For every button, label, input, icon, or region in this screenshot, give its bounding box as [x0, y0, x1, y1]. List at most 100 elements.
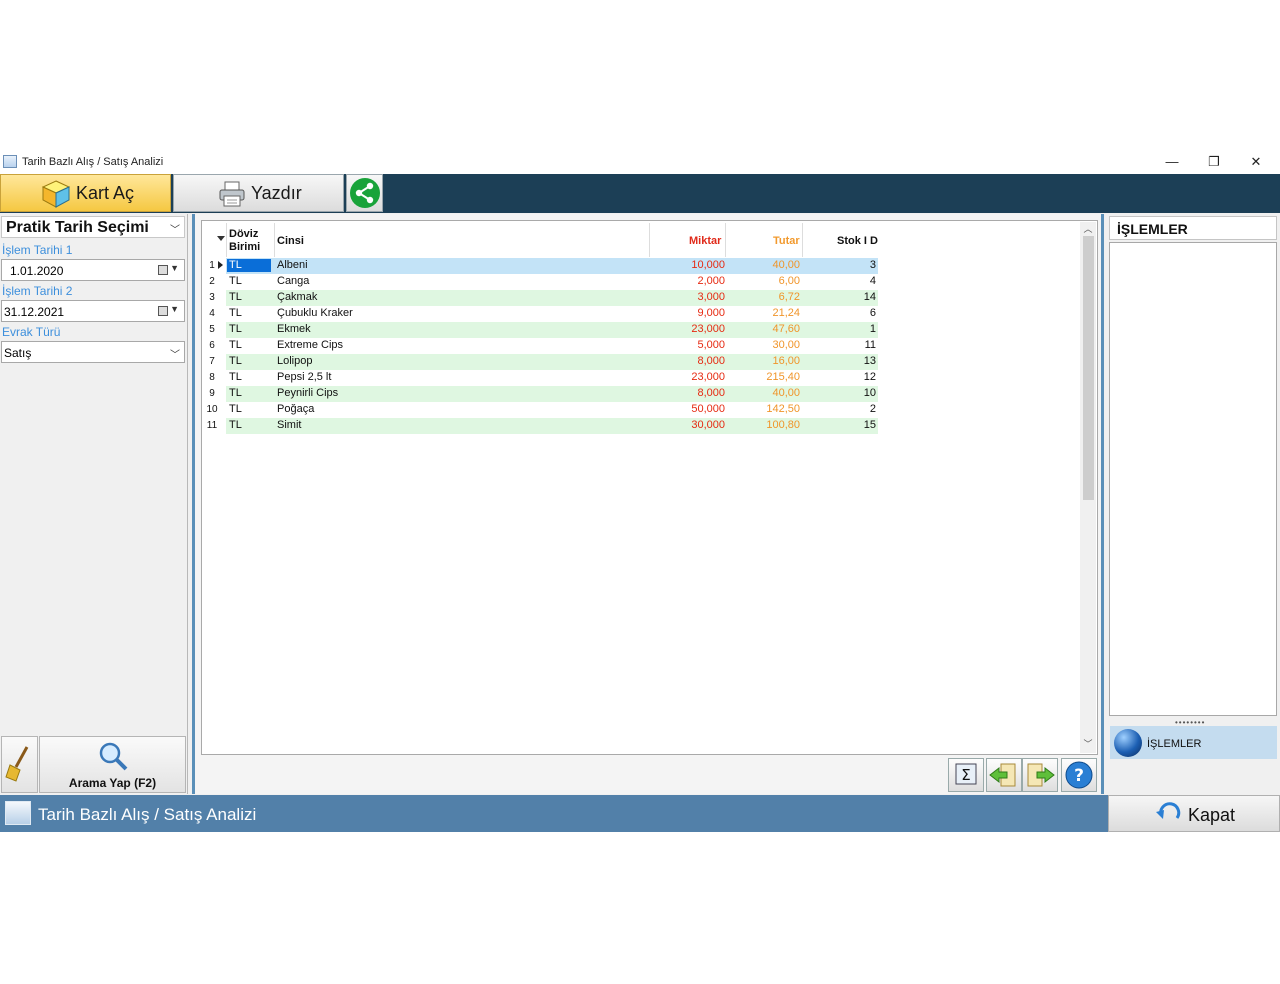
dropdown-arrow-icon[interactable]: ▼	[170, 263, 179, 273]
calendar-icon[interactable]	[158, 265, 168, 275]
col-cinsi[interactable]: Cinsi	[277, 235, 304, 247]
previous-button[interactable]	[986, 758, 1022, 792]
col-divider	[226, 223, 227, 257]
cell-cinsi: Çakmak	[277, 291, 318, 303]
col-divider	[274, 223, 275, 257]
col-divider	[802, 223, 803, 257]
share-button[interactable]	[346, 174, 383, 212]
cell-miktar: 23,000	[691, 323, 725, 335]
table-row[interactable]: TL Simit 30,000 100,80 15	[226, 418, 878, 434]
col-tutar[interactable]: Tutar	[773, 235, 800, 247]
doc-type-select[interactable]: Satış ﹀	[1, 341, 185, 363]
row-number: 10	[206, 404, 218, 415]
cell-tutar: 16,00	[772, 355, 800, 367]
status-title: Tarih Bazlı Alış / Satış Analizi	[38, 805, 257, 824]
table-row[interactable]: TL Poğaça 50,000 142,50 2	[226, 402, 878, 418]
status-bar: Tarih Bazlı Alış / Satış Analizi	[0, 795, 1108, 832]
date1-label: İşlem Tarihi 1	[2, 243, 73, 257]
cell-cinsi: Peynirli Cips	[277, 387, 339, 399]
row-number: 8	[209, 372, 215, 383]
broom-icon	[5, 746, 29, 782]
cell-doviz: TL	[229, 371, 242, 383]
cell-cinsi: Pepsi 2,5 lt	[277, 371, 332, 383]
cell-stok: 2	[869, 403, 876, 415]
doc-type-value: Satış	[4, 346, 32, 360]
date1-field[interactable]: 1.01.2020 ▼	[1, 259, 185, 281]
row-number: 11	[206, 420, 218, 431]
data-grid: Döviz Birimi Cinsi Miktar Tutar Stok I D…	[201, 220, 1098, 755]
help-button[interactable]: ?	[1061, 758, 1097, 792]
table-row[interactable]: TL Lolipop 8,000 16,00 13	[226, 354, 878, 370]
arrow-right-icon	[1027, 763, 1055, 787]
pratik-tarih-select[interactable]: Pratik Tarih Seçimi ﹀	[1, 216, 185, 238]
cell-cinsi: Canga	[277, 275, 310, 287]
title-bar: Tarih Bazlı Alış / Satış Analizi — ❐ ✕	[0, 150, 1280, 174]
row-number: 4	[209, 308, 215, 319]
window-title: Tarih Bazlı Alış / Satış Analizi	[22, 156, 164, 168]
yazdir-button[interactable]: Yazdır	[173, 174, 344, 212]
cell-miktar: 10,000	[691, 259, 725, 271]
cell-cinsi: Albeni	[277, 259, 308, 271]
cell-miktar: 23,000	[691, 371, 725, 383]
table-row[interactable]: TL Peynirli Cips 8,000 40,00 10	[226, 386, 878, 402]
minimize-button[interactable]: —	[1152, 152, 1192, 172]
sort-arrow-icon	[217, 236, 225, 241]
actions-title: İŞLEMLER	[1117, 221, 1188, 237]
table-row[interactable]: TL Albeni 10,000 40,00 3	[226, 258, 878, 274]
help-icon: ?	[1065, 761, 1093, 789]
date2-field[interactable]: 31.12.2021 ▼	[1, 300, 185, 322]
dropdown-arrow-icon[interactable]: ▼	[170, 304, 179, 314]
chevron-down-icon: ﹀	[170, 350, 180, 361]
kart-ac-button[interactable]: Kart Aç	[0, 174, 171, 212]
cell-doviz: TL	[227, 259, 271, 272]
app-icon	[3, 155, 17, 168]
restore-button[interactable]: ❐	[1194, 152, 1234, 172]
cell-miktar: 9,000	[697, 307, 725, 319]
cell-tutar: 142,50	[766, 403, 800, 415]
table-row[interactable]: TL Extreme Cips 5,000 30,00 11	[226, 338, 878, 354]
col-doviz-line1[interactable]: Döviz	[229, 228, 258, 240]
cell-stok: 14	[863, 291, 876, 303]
cell-miktar: 8,000	[697, 355, 725, 367]
close-button[interactable]: ✕	[1236, 152, 1276, 172]
table-row[interactable]: TL Canga 2,000 6,00 4	[226, 274, 878, 290]
calendar-icon[interactable]	[158, 306, 168, 316]
vertical-scrollbar[interactable]: ︿ ﹀	[1080, 222, 1096, 753]
next-button[interactable]	[1022, 758, 1058, 792]
table-row[interactable]: TL Çakmak 3,000 6,72 14	[226, 290, 878, 306]
cell-tutar: 40,00	[772, 259, 800, 271]
printer-icon	[219, 181, 245, 207]
sum-button[interactable]: Σ	[948, 758, 984, 792]
kapat-label: Kapat	[1188, 805, 1236, 825]
col-stok[interactable]: Stok I D	[837, 235, 878, 247]
row-number: 7	[209, 356, 215, 367]
cell-stok: 1	[869, 323, 876, 335]
cell-tutar: 6,00	[778, 275, 800, 287]
actions-item-label: İŞLEMLER	[1147, 738, 1202, 750]
search-button[interactable]: Arama Yap (F2)	[39, 736, 186, 793]
cell-miktar: 3,000	[697, 291, 725, 303]
scroll-up-icon[interactable]: ︿	[1080, 222, 1096, 235]
cell-doviz: TL	[229, 403, 242, 415]
cell-doviz: TL	[229, 291, 242, 303]
svg-text:?: ?	[1074, 766, 1084, 786]
table-row[interactable]: TL Ekmek 23,000 47,60 1	[226, 322, 878, 338]
cell-stok: 6	[869, 307, 876, 319]
cell-miktar: 50,000	[691, 403, 725, 415]
cell-cinsi: Ekmek	[277, 323, 311, 335]
actions-item[interactable]: İŞLEMLER	[1110, 726, 1277, 759]
cell-cinsi: Çubuklu Kraker	[277, 307, 353, 319]
col-doviz-line2[interactable]: Birimi	[229, 241, 260, 253]
kapat-button[interactable]: Kapat	[1108, 795, 1280, 832]
cell-cinsi: Extreme Cips	[277, 339, 344, 351]
cell-stok: 3	[869, 259, 876, 271]
toolbar: Kart Aç Yazdır	[0, 174, 1280, 213]
scroll-thumb[interactable]	[1083, 236, 1094, 500]
clear-button[interactable]	[1, 736, 38, 793]
current-row-indicator-icon	[218, 261, 223, 269]
sigma-icon: Σ	[955, 763, 977, 785]
table-row[interactable]: TL Pepsi 2,5 lt 23,000 215,40 12	[226, 370, 878, 386]
scroll-down-icon[interactable]: ﹀	[1080, 737, 1096, 750]
col-miktar[interactable]: Miktar	[689, 235, 721, 247]
table-row[interactable]: TL Çubuklu Kraker 9,000 21,24 6	[226, 306, 878, 322]
